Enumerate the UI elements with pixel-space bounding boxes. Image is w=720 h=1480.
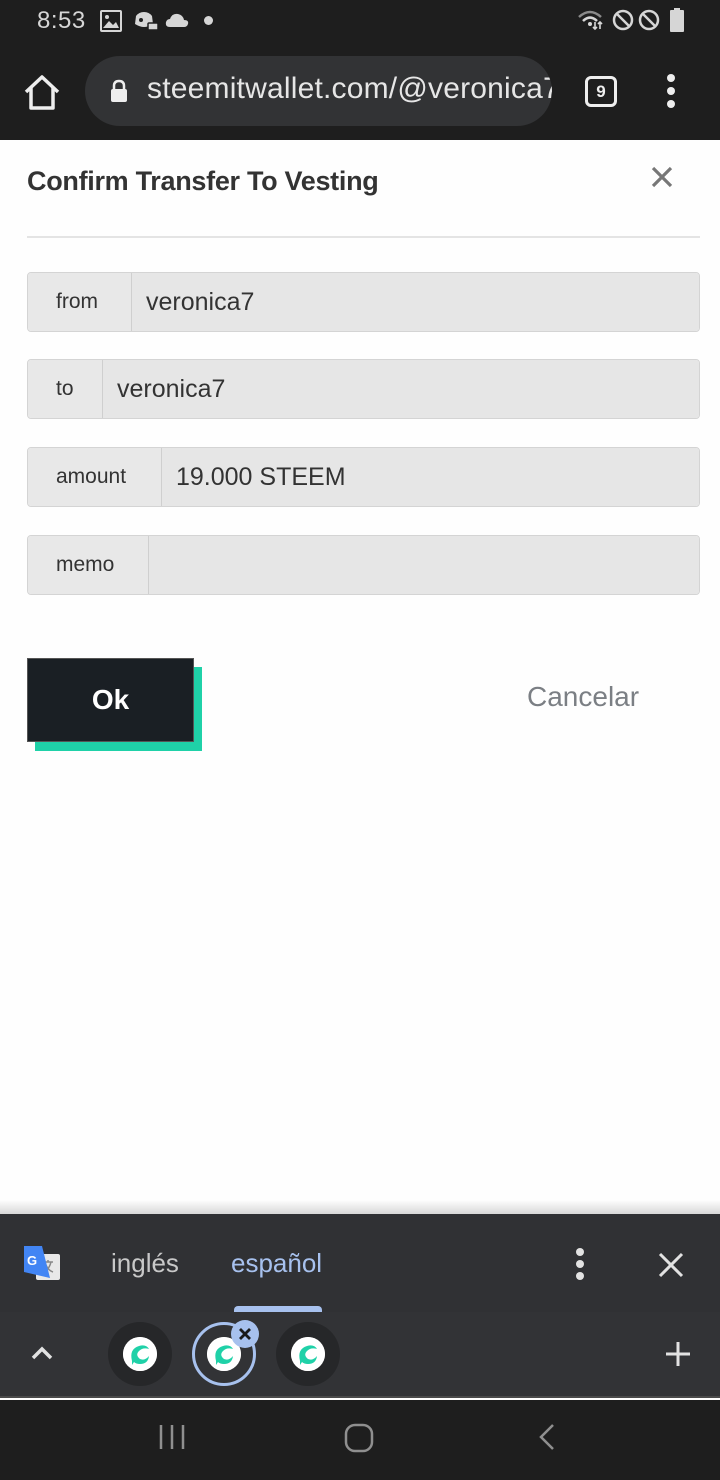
steemit-icon: [291, 1337, 325, 1371]
back-icon[interactable]: [535, 1422, 559, 1452]
memo-input[interactable]: [149, 536, 699, 594]
tab-item[interactable]: [276, 1322, 340, 1386]
tab-strip: [0, 1312, 720, 1398]
close-icon: [239, 1328, 251, 1340]
cancel-button[interactable]: Cancelar: [527, 681, 639, 713]
steemit-icon: [123, 1337, 157, 1371]
image-icon: [100, 10, 122, 32]
url-text: steemitwallet.com/@veronica7: [147, 72, 552, 105]
plus-icon[interactable]: [664, 1340, 692, 1368]
cloud-icon: [165, 13, 189, 27]
do-not-disturb-icon: [612, 9, 634, 31]
tab-switcher-button[interactable]: 9: [585, 76, 617, 107]
do-not-disturb-icon: [638, 9, 660, 31]
status-time: 8:53: [37, 7, 86, 34]
more-vert-icon[interactable]: [664, 74, 678, 110]
ok-button[interactable]: Ok: [27, 658, 194, 742]
wifi-icon: [578, 10, 603, 31]
memo-label: memo: [28, 536, 149, 594]
home-icon[interactable]: [22, 73, 62, 113]
amount-input[interactable]: 19.000 STEEM: [162, 448, 699, 506]
modal-title: Confirm Transfer To Vesting: [27, 166, 379, 196]
more-vert-icon[interactable]: [574, 1248, 586, 1282]
amount-label: amount: [28, 448, 162, 506]
recent-apps-icon[interactable]: [157, 1422, 187, 1452]
screen: 8:53 steemitwallet.com/@veronica7 9 Conf…: [0, 0, 720, 1480]
svg-text:G: G: [27, 1253, 37, 1268]
language-tab-spanish[interactable]: español: [231, 1248, 322, 1279]
browser-toolbar: steemitwallet.com/@veronica7 9: [0, 44, 720, 140]
memo-field-row: memo: [27, 535, 700, 595]
from-field-row: from veronica7: [27, 272, 700, 332]
lock-icon: [111, 79, 127, 102]
tab-close-button[interactable]: [231, 1320, 259, 1348]
google-translate-icon: G: [24, 1246, 60, 1280]
from-label: from: [28, 273, 132, 331]
to-input[interactable]: veronica7: [103, 360, 699, 418]
to-field-row: to veronica7: [27, 359, 700, 419]
notification-dot-icon: [204, 16, 213, 25]
close-icon[interactable]: [648, 163, 676, 191]
chevron-up-icon[interactable]: [29, 1344, 55, 1362]
from-input[interactable]: veronica7: [132, 273, 699, 331]
language-tab-english[interactable]: inglés: [111, 1248, 179, 1279]
close-icon[interactable]: [657, 1251, 685, 1279]
amount-field-row: amount 19.000 STEEM: [27, 447, 700, 507]
home-nav-icon[interactable]: [343, 1422, 375, 1454]
battery-icon: [670, 8, 684, 32]
to-label: to: [28, 360, 103, 418]
translate-bar-shadow: [0, 1200, 720, 1214]
tab-item[interactable]: [108, 1322, 172, 1386]
status-bar: 8:53: [0, 0, 720, 44]
discord-icon: [135, 12, 159, 31]
address-bar[interactable]: steemitwallet.com/@veronica7: [85, 56, 552, 126]
divider: [27, 236, 700, 238]
system-nav-bar: [0, 1400, 720, 1480]
translate-bar: G inglés español: [0, 1214, 720, 1312]
